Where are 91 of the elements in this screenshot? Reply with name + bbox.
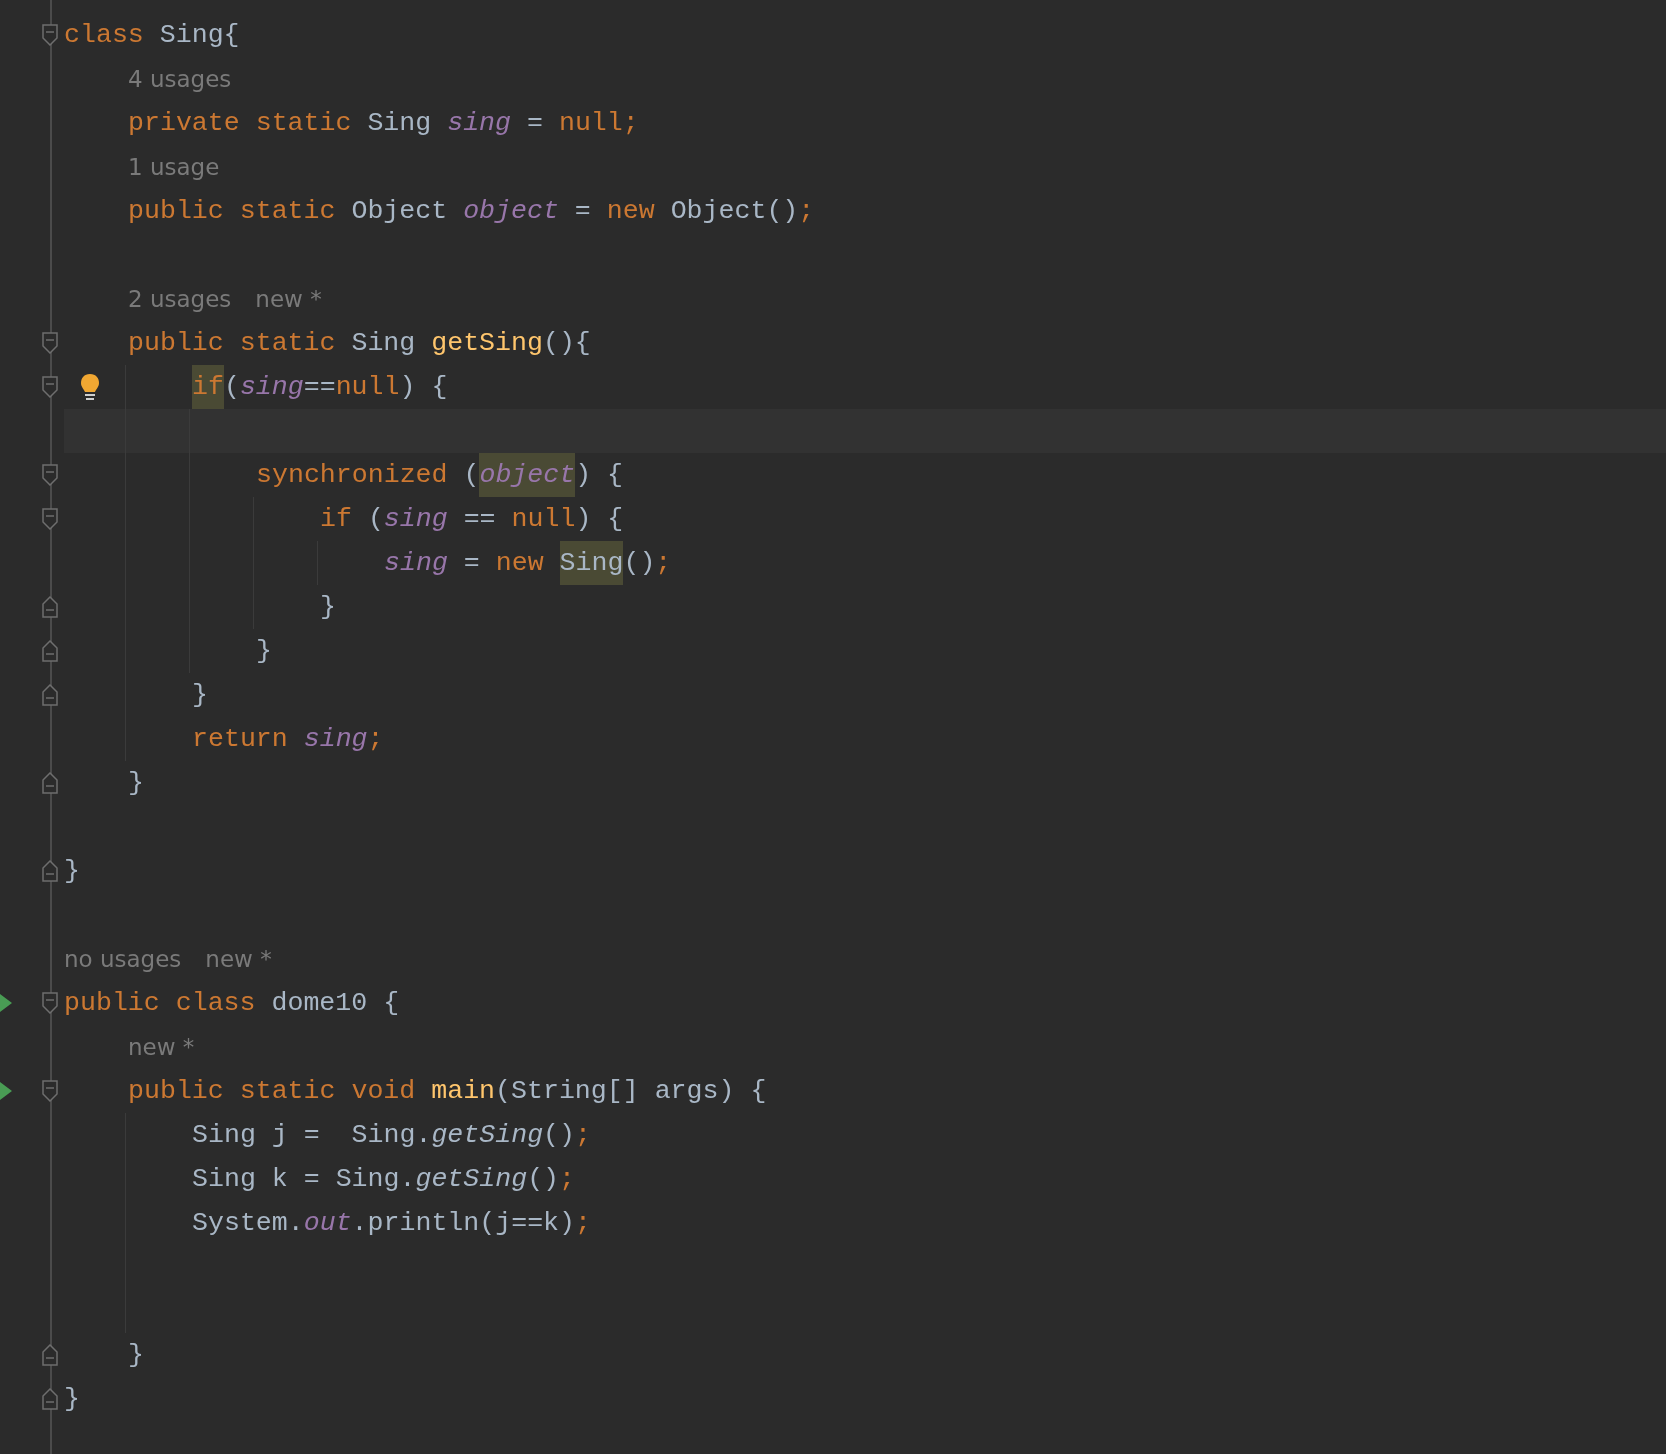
code-token: .println(j==k): [351, 1207, 576, 1240]
code-token: Sing j = Sing.: [192, 1119, 432, 1152]
code-token: if: [192, 365, 224, 409]
code-token: ;: [367, 723, 384, 756]
fold-marker-icon[interactable]: [42, 860, 58, 882]
code-token: object: [463, 195, 559, 228]
fold-marker-icon[interactable]: [42, 1080, 58, 1102]
fold-marker-icon[interactable]: [42, 508, 58, 530]
code-token: ) {: [575, 459, 624, 492]
code-token: }: [64, 855, 80, 888]
code-token: (: [462, 459, 480, 492]
code-token: System.: [192, 1207, 304, 1240]
code-token: dome10 {: [270, 987, 400, 1020]
run-icon[interactable]: [0, 994, 12, 1012]
code-token: }: [128, 767, 144, 800]
fold-marker-icon[interactable]: [42, 332, 58, 354]
code-token: =: [526, 107, 544, 140]
fold-marker-icon[interactable]: [42, 1344, 58, 1366]
fold-marker-icon[interactable]: [42, 464, 58, 486]
fold-marker-icon[interactable]: [42, 992, 58, 1014]
code-token: ;: [655, 547, 672, 580]
code-token: new: [495, 547, 545, 580]
code-token: object: [479, 453, 576, 497]
code-token: null;: [558, 107, 639, 140]
code-token: main: [431, 1075, 496, 1108]
code-token: Object: [350, 195, 449, 228]
code-token: ==: [303, 371, 336, 404]
fold-marker-icon[interactable]: [42, 684, 58, 706]
code-token: (){: [542, 327, 591, 360]
code-token: public class: [64, 987, 256, 1020]
inlay-hint[interactable]: no usages: [64, 941, 182, 977]
code-token: private static: [128, 107, 352, 140]
code-token: sing: [303, 723, 368, 756]
code-token: null: [511, 503, 576, 536]
code-token: =: [573, 195, 592, 228]
lightbulb-icon[interactable]: [80, 373, 100, 401]
code-token: sing: [447, 107, 512, 140]
code-token: (: [223, 371, 240, 404]
code-token: new: [606, 195, 655, 228]
fold-marker-icon[interactable]: [42, 772, 58, 794]
code-token: Sing: [350, 327, 417, 360]
code-token: ) {: [399, 371, 448, 404]
code-token: Sing k = Sing.: [192, 1163, 416, 1196]
code-token: getSing: [431, 1119, 544, 1152]
code-token: ==: [462, 503, 497, 536]
inlay-hint[interactable]: new *: [128, 1029, 195, 1065]
code-token: (): [543, 1119, 576, 1152]
code-token: Object(): [669, 195, 799, 228]
code-token: Sing: [366, 107, 433, 140]
code-token: sing: [239, 371, 304, 404]
code-token: sing: [384, 547, 448, 580]
inlay-hint[interactable]: 4 usages: [128, 61, 232, 97]
code-token: public static void: [128, 1075, 417, 1108]
code-token: Sing: [559, 541, 624, 585]
code-token: getSing: [431, 327, 543, 360]
code-token: out: [303, 1207, 352, 1240]
code-token: sing: [383, 503, 448, 536]
code-token: }: [192, 679, 208, 712]
code-token: ;: [575, 1119, 591, 1152]
code-token: synchronized: [256, 459, 448, 492]
code-token: if: [320, 503, 352, 536]
fold-marker-icon[interactable]: [42, 640, 58, 662]
inlay-hint[interactable]: new *: [255, 281, 322, 317]
code-token: ) {: [575, 503, 624, 536]
inlay-hint[interactable]: 1 usage: [128, 149, 220, 185]
fold-marker-icon[interactable]: [42, 1388, 58, 1410]
code-token: =: [462, 547, 481, 580]
code-token: getSing: [415, 1163, 528, 1196]
code-token: return: [192, 723, 289, 756]
fold-marker-icon[interactable]: [42, 376, 58, 398]
fold-marker-icon[interactable]: [42, 596, 58, 618]
code-token: public static: [128, 327, 336, 360]
fold-marker-icon[interactable]: [42, 24, 58, 46]
inlay-hint[interactable]: new *: [205, 941, 272, 977]
code-token: null: [335, 371, 400, 404]
code-token: ;: [575, 1207, 591, 1240]
run-icon[interactable]: [0, 1082, 12, 1100]
code-token: }: [64, 1383, 80, 1416]
code-token: }: [256, 635, 272, 668]
code-token: }: [320, 591, 336, 624]
code-token: class: [64, 19, 144, 52]
code-token: Sing{: [158, 19, 240, 52]
code-token: public static: [128, 195, 336, 228]
code-token: (): [527, 1163, 560, 1196]
code-token: (): [623, 547, 656, 580]
code-token: ;: [559, 1163, 576, 1196]
code-token: (String[] args) {: [495, 1075, 767, 1108]
code-token: ;: [798, 195, 815, 228]
code-token: (: [366, 503, 384, 536]
inlay-hint[interactable]: 2 usages: [128, 281, 232, 317]
code-token: }: [128, 1339, 144, 1372]
